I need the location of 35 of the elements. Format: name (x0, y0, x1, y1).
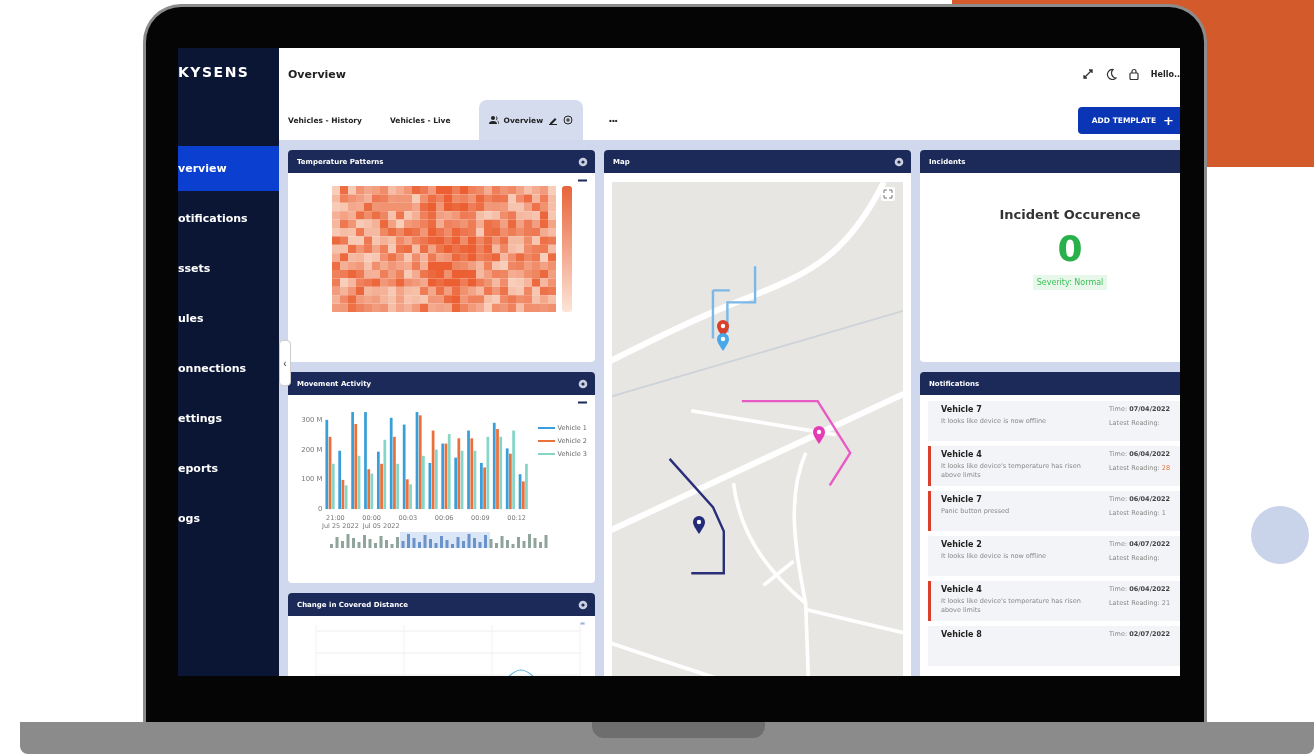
sidebar-item[interactable]: otifications (178, 196, 279, 241)
menu-icon[interactable] (578, 401, 587, 404)
settings-icon[interactable] (894, 156, 904, 167)
users-icon (488, 115, 499, 125)
notification-title: Vehicle 7 (941, 495, 983, 504)
notification-title: Vehicle 2 (941, 540, 983, 549)
map-pin-icon[interactable] (692, 515, 706, 534)
notification-title: Vehicle 4 (941, 585, 983, 594)
expand-icon[interactable] (1081, 68, 1094, 80)
incident-count: 0 (1057, 228, 1083, 269)
sidebar-item[interactable]: ogs (178, 496, 279, 541)
settings-icon[interactable] (578, 378, 588, 389)
sidebar-item[interactable]: ules (178, 296, 279, 341)
notification-title: Vehicle 7 (941, 405, 983, 414)
collapse-handle[interactable]: ‹ (279, 340, 291, 386)
lock-icon[interactable] (1127, 68, 1140, 80)
settings-icon[interactable] (578, 599, 588, 610)
incident-heading: Incident Occurence (999, 207, 1141, 222)
sidebar-item[interactable]: onnections (178, 346, 279, 391)
notification-title: Vehicle 4 (941, 450, 983, 459)
sidebar-item[interactable]: verview (178, 146, 279, 191)
greeting: Hello.. (1150, 69, 1180, 79)
moon-icon[interactable] (1104, 68, 1117, 80)
logo: KYSENS (178, 63, 251, 82)
sidebar-item[interactable]: ettings (178, 396, 279, 441)
add-circle-icon[interactable] (563, 115, 574, 125)
notification-title: Vehicle 8 (941, 630, 983, 639)
severity-badge: Severity: Normal (1032, 275, 1108, 290)
more-button[interactable]: ••• (603, 100, 624, 140)
settings-icon[interactable] (578, 156, 588, 167)
page-title: Overview (288, 67, 347, 81)
sidebar-item[interactable]: eports (178, 446, 279, 491)
sidebar-item[interactable]: ssets (178, 246, 279, 291)
edit-icon[interactable] (548, 115, 559, 125)
menu-icon[interactable] (578, 179, 587, 182)
